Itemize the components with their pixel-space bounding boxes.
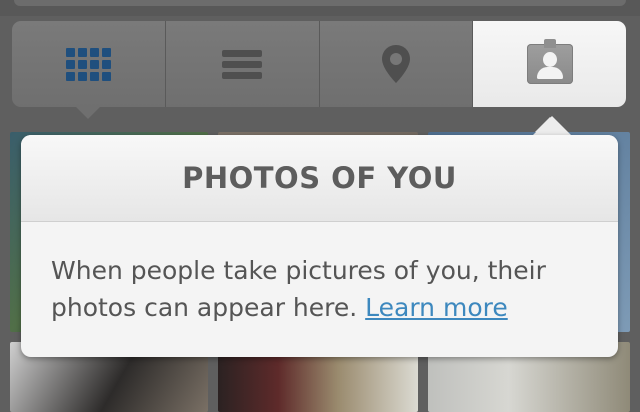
tab-list-view[interactable] bbox=[165, 21, 320, 107]
learn-more-link[interactable]: Learn more bbox=[365, 293, 508, 322]
top-strip bbox=[0, 0, 640, 16]
photos-of-you-popup: PHOTOS OF YOU When people take pictures … bbox=[21, 135, 618, 357]
popup-title: PHOTOS OF YOU bbox=[182, 161, 457, 195]
list-icon bbox=[222, 46, 263, 83]
profile-view-tabbar bbox=[12, 21, 626, 135]
popup-pointer bbox=[532, 116, 572, 136]
map-pin-icon bbox=[381, 45, 410, 83]
grid-icon bbox=[65, 47, 111, 81]
photos-of-you-icon bbox=[526, 39, 573, 84]
tab-photos-of-you[interactable] bbox=[473, 21, 626, 135]
popup-body: When people take pictures of you, their … bbox=[21, 222, 618, 326]
popup-header: PHOTOS OF YOU bbox=[21, 135, 618, 222]
tab-grid-view[interactable] bbox=[12, 21, 166, 119]
top-strip-edge bbox=[14, 0, 626, 6]
tab-map-view[interactable] bbox=[319, 21, 474, 107]
